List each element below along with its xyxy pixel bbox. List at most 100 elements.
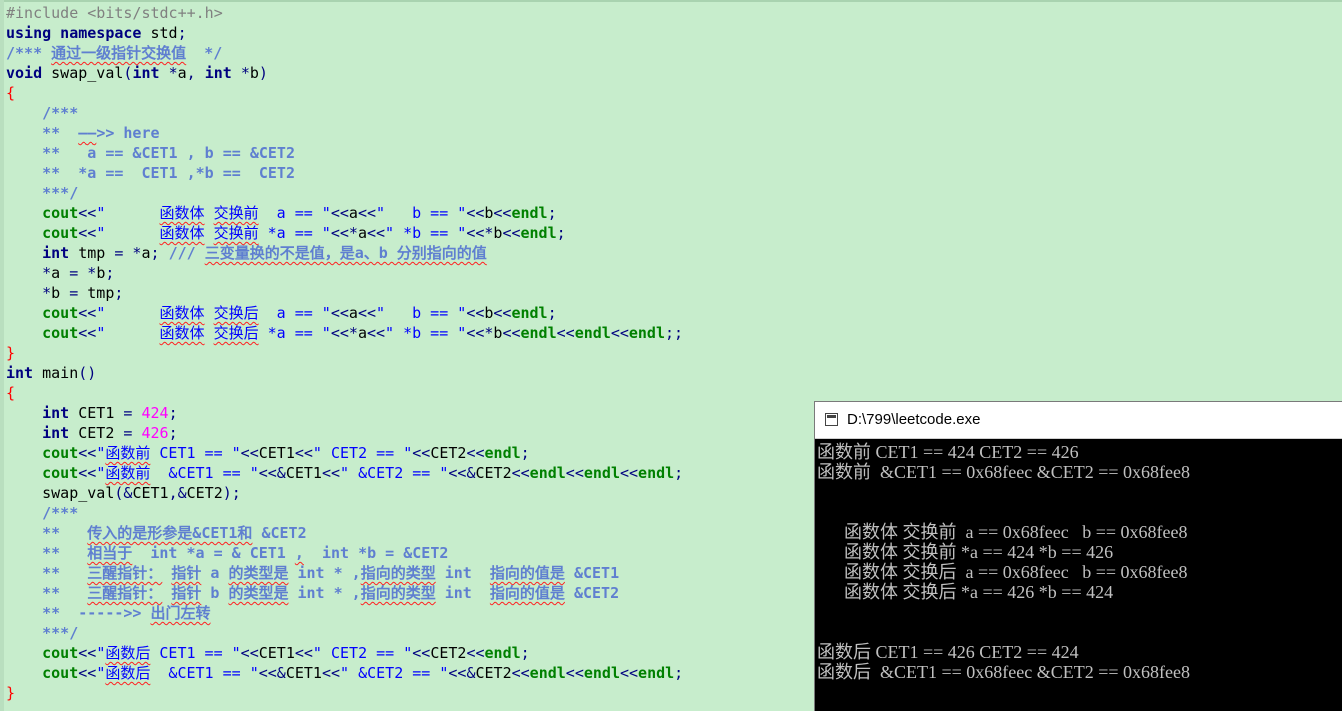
- console-line: 函数体 交换后 *a == 426 *b == 424: [817, 582, 1114, 602]
- code-token: 的类型是: [228, 564, 289, 582]
- code-token: <<*: [330, 324, 358, 342]
- code-token: CET1 == ": [150, 444, 241, 462]
- code-token: a: [348, 304, 358, 322]
- code-token: 函数前: [105, 464, 151, 482]
- console-line: 函数体 交换后 a == 0x68feec b == 0x68fee8: [817, 562, 1188, 582]
- code-line[interactable]: cout<<"函数后 CET1 == "<<CET1<<" CET2 == "<…: [6, 643, 683, 663]
- code-token: <<: [330, 304, 349, 322]
- code-token: 函数后: [105, 664, 151, 682]
- code-line[interactable]: cout<<"函数前 CET1 == "<<CET1<<" CET2 == "<…: [6, 443, 683, 463]
- code-line[interactable]: ** *a == CET1 ,*b == CET2: [6, 163, 683, 183]
- code-token: }: [6, 684, 16, 702]
- code-line[interactable]: *a = *b;: [6, 263, 683, 283]
- code-token: ;: [114, 284, 124, 302]
- code-line[interactable]: ** 传入的是形参是&CET1和 &CET2: [6, 523, 683, 543]
- code-line[interactable]: ** ----->> 出门左转: [6, 603, 683, 623]
- code-token: 指针: [171, 564, 202, 582]
- code-token: <<: [493, 204, 512, 222]
- code-token: int * ,: [288, 584, 361, 602]
- code-line[interactable]: void swap_val(int *a, int *b): [6, 63, 683, 83]
- code-line[interactable]: /***: [6, 103, 683, 123]
- code-line[interactable]: ***/: [6, 623, 683, 643]
- code-line[interactable]: ** 三醒指针： 指针 b 的类型是 int * ,指向的类型 int 指向的值…: [6, 583, 683, 603]
- code-token: **: [6, 524, 88, 542]
- code-line[interactable]: }: [6, 343, 683, 363]
- code-token: <<: [321, 464, 341, 482]
- code-line[interactable]: /***: [6, 503, 683, 523]
- code-token: **: [6, 584, 88, 602]
- code-line[interactable]: cout<<" 函数体 交换后 a == "<<a<<" b == "<<b<<…: [6, 303, 683, 323]
- code-line[interactable]: {: [6, 383, 683, 403]
- code-token: &CET1: [564, 564, 620, 582]
- console-window-icon: [825, 413, 838, 426]
- code-token: endl: [511, 204, 548, 222]
- code-token: ***/: [6, 624, 79, 642]
- code-token: a: [357, 224, 367, 242]
- code-token: CET1 == ": [150, 644, 241, 662]
- code-token: ,: [294, 544, 304, 562]
- code-token: ;: [520, 444, 530, 462]
- code-line[interactable]: ** 相当于 int *a = & CET1 , int *b = &CET2: [6, 543, 683, 563]
- code-token: CET2: [430, 444, 467, 462]
- code-line[interactable]: cout<<" 函数体 交换前 *a == "<<*a<<" *b == "<<…: [6, 223, 683, 243]
- code-line[interactable]: ** a == &CET1 , b == &CET2: [6, 143, 683, 163]
- code-line[interactable]: cout<<"函数后 &CET1 == "<<&CET1<<" &CET2 ==…: [6, 663, 683, 683]
- console-window[interactable]: D:\799\leetcode.exe 函数前 CET1 == 424 CET2…: [814, 401, 1342, 711]
- code-line[interactable]: int CET1 = 424;: [6, 403, 683, 423]
- code-line[interactable]: }: [6, 683, 683, 703]
- code-line[interactable]: using namespace std;: [6, 23, 683, 43]
- code-token: ;: [168, 404, 178, 422]
- code-token: ": [96, 224, 160, 242]
- code-line[interactable]: ***/: [6, 183, 683, 203]
- code-line[interactable]: int CET2 = 426;: [6, 423, 683, 443]
- code-token: CET1: [132, 484, 169, 502]
- code-token: <<*: [466, 224, 494, 242]
- code-token: *: [6, 284, 52, 302]
- code-token: 函数体: [159, 304, 205, 322]
- code-token: = *: [114, 244, 142, 262]
- code-token: CET2: [186, 484, 223, 502]
- code-token: 函数后: [105, 644, 151, 662]
- code-token: swap_val: [51, 64, 124, 82]
- code-token: ——: [78, 124, 97, 142]
- code-line[interactable]: /*** 通过一级指针交换值 */: [6, 43, 683, 63]
- code-token: <<: [493, 304, 512, 322]
- code-token: <<: [78, 464, 97, 482]
- code-token: tmp: [78, 244, 115, 262]
- code-line[interactable]: cout<<" 函数体 交换前 a == "<<a<<" b == "<<b<<…: [6, 203, 683, 223]
- code-token: main: [42, 364, 79, 382]
- code-line[interactable]: int tmp = *a; /// 三变量换的不是值，是a、b 分别指向的值: [6, 243, 683, 263]
- code-line[interactable]: ** 三醒指针： 指针 a 的类型是 int * ,指向的类型 int 指向的值…: [6, 563, 683, 583]
- code-line[interactable]: int main(): [6, 363, 683, 383]
- code-line[interactable]: cout<<" 函数体 交换后 *a == "<<*a<<" *b == "<<…: [6, 323, 683, 343]
- code-token: = *: [69, 264, 97, 282]
- code-line[interactable]: swap_val(&CET1,&CET2);: [6, 483, 683, 503]
- code-line[interactable]: *b = tmp;: [6, 283, 683, 303]
- code-token: ;: [547, 204, 557, 222]
- code-text-area[interactable]: #include <bits/stdc++.h> using namespace …: [6, 3, 683, 703]
- code-token: ": [96, 664, 106, 682]
- code-token: ;: [177, 24, 187, 42]
- code-token: cout: [6, 224, 79, 242]
- code-token: <<: [357, 304, 376, 322]
- code-token: cout: [6, 444, 79, 462]
- code-token: */: [186, 44, 223, 62]
- code-token: b: [51, 284, 70, 302]
- code-token: /***: [6, 104, 79, 122]
- code-token: 交换后: [213, 324, 259, 342]
- code-line[interactable]: {: [6, 83, 683, 103]
- console-line: 函数后 CET1 == 426 CET2 == 424: [817, 642, 1079, 662]
- code-token: ** a == &CET1 , b == &CET2: [6, 144, 295, 162]
- code-token: <<&: [448, 664, 476, 682]
- code-token: CET1: [78, 404, 124, 422]
- code-line[interactable]: cout<<"函数前 &CET1 == "<<&CET1<<" &CET2 ==…: [6, 463, 683, 483]
- code-token: 指向的值是: [489, 564, 565, 582]
- code-line[interactable]: ** ——>> here: [6, 123, 683, 143]
- console-titlebar[interactable]: D:\799\leetcode.exe: [815, 402, 1342, 439]
- code-token: <<: [466, 204, 485, 222]
- code-token: CET1: [285, 464, 322, 482]
- code-line[interactable]: #include <bits/stdc++.h>: [6, 3, 683, 23]
- code-token: <<&: [258, 464, 286, 482]
- code-token: **: [6, 564, 88, 582]
